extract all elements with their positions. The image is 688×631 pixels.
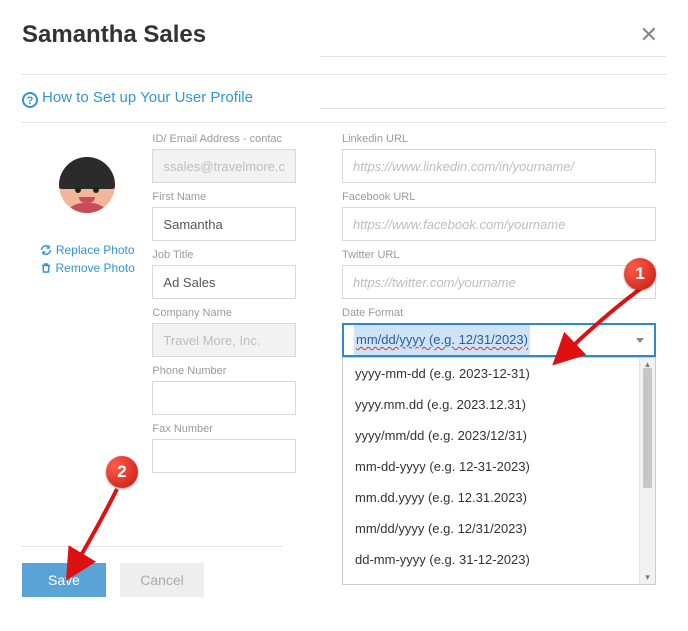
company-value: Travel More, Inc. (152, 323, 296, 357)
phone-input[interactable] (152, 381, 296, 415)
phone-label: Phone Number (152, 365, 296, 377)
date-format-option[interactable]: dd-mm-yyyy (e.g. 31-12-2023) (343, 544, 655, 575)
fax-label: Fax Number (152, 423, 296, 435)
date-format-dropdown: yyyy-mm-dd (e.g. 2023-12-31) yyyy.mm.dd … (342, 357, 656, 585)
help-link-text: How to Set up Your User Profile (42, 89, 253, 106)
linkedin-input[interactable] (342, 149, 656, 183)
fax-input[interactable] (152, 439, 296, 473)
dropdown-scrollbar[interactable]: ▴ ▾ (639, 358, 655, 584)
replace-photo-link[interactable]: Replace Photo (22, 243, 152, 257)
annotation-badge-1: 1 (624, 258, 656, 290)
id-label: ID/ Email Address - contac (152, 133, 296, 145)
twitter-label: Twitter URL (342, 249, 656, 261)
avatar (59, 157, 115, 213)
id-value: ssales@travelmore.c (152, 149, 296, 183)
help-icon: ? (22, 92, 38, 108)
date-format-option[interactable]: mm/dd/yyyy (e.g. 12/31/2023) (343, 513, 655, 544)
replace-photo-label: Replace Photo (56, 243, 135, 257)
remove-photo-label: Remove Photo (56, 261, 135, 275)
date-format-selected: mm/dd/yyyy (e.g. 12/31/2023) (354, 325, 530, 355)
date-format-option[interactable]: dd.mm.yyyy (e.g. 31.12.2023) (343, 575, 655, 585)
cancel-button[interactable]: Cancel (120, 563, 204, 597)
close-icon[interactable]: ✕ (632, 18, 666, 52)
remove-photo-link[interactable]: Remove Photo (22, 261, 152, 275)
facebook-label: Facebook URL (342, 191, 656, 203)
date-format-option[interactable]: mm.dd.yyyy (e.g. 12.31.2023) (343, 482, 655, 513)
scrollbar-thumb[interactable] (643, 368, 652, 488)
job-title-label: Job Title (152, 249, 296, 261)
annotation-arrow-2 (62, 484, 132, 589)
job-title-input[interactable] (152, 265, 296, 299)
first-name-input[interactable] (152, 207, 296, 241)
date-format-option[interactable]: yyyy/mm/dd (e.g. 2023/12/31) (343, 420, 655, 451)
date-format-option[interactable]: mm-dd-yyyy (e.g. 12-31-2023) (343, 451, 655, 482)
trash-icon (40, 262, 52, 274)
company-label: Company Name (152, 307, 296, 319)
date-format-option[interactable]: yyyy.mm.dd (e.g. 2023.12.31) (343, 389, 655, 420)
annotation-arrow-1 (548, 282, 658, 377)
first-name-label: First Name (152, 191, 296, 203)
page-title: Samantha Sales (22, 21, 206, 49)
linkedin-label: Linkedin URL (342, 133, 656, 145)
annotation-badge-2: 2 (106, 456, 138, 488)
help-link[interactable]: ?How to Set up Your User Profile (22, 89, 253, 106)
facebook-input[interactable] (342, 207, 656, 241)
scroll-down-icon: ▾ (640, 572, 655, 583)
refresh-icon (40, 244, 52, 256)
